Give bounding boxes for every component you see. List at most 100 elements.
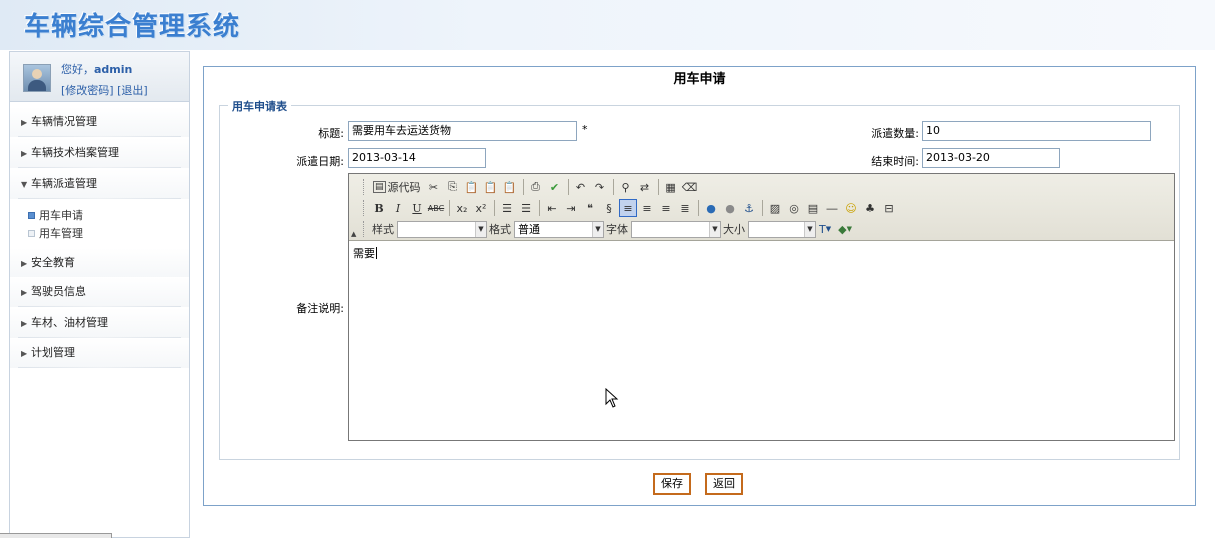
indent-icon[interactable]: ⇥ <box>562 199 580 217</box>
blockquote-icon[interactable]: ❝ <box>581 199 599 217</box>
unordered-list-icon[interactable]: ☰ <box>517 199 535 217</box>
sidebar: 您好，admin [修改密码] [退出] ▶ 车辆情况管理 ▶ 车辆技术档案管理 ▼… <box>9 51 190 538</box>
toolbar-row-2: B I U ABC x₂ x² ☰ ☰ ⇤ ⇥ ❝ § ≡ ≡ ≡ ≣ ● ● … <box>363 198 899 218</box>
paste-icon[interactable]: 📋 <box>463 178 481 196</box>
toolbar-row-1: ▤ 源代码 ✂ ⎘ 📋 📋 📋 ⎙ ✔ ↶ ↷ ⚲ ⇄ ▦ ⌫ <box>363 177 700 197</box>
style-select[interactable]: ▼ <box>397 220 487 238</box>
underline-icon[interactable]: U <box>408 199 426 217</box>
count-input[interactable]: 10 <box>922 121 1151 141</box>
sidebar-item-safety[interactable]: ▶ 安全教育 <box>10 248 189 278</box>
dropdown-arrow-icon: ▼ <box>804 221 815 237</box>
align-right-icon[interactable]: ≡ <box>657 199 675 217</box>
strikethrough-icon[interactable]: ABC <box>427 199 445 217</box>
text-caret <box>376 247 377 259</box>
sidebar-subitem-apply[interactable]: 用车申请 <box>28 207 83 223</box>
change-password-link[interactable]: [修改密码] <box>61 84 114 97</box>
format-label: 格式 <box>489 223 511 236</box>
paste-text-icon[interactable]: 📋 <box>482 178 500 196</box>
align-justify-icon[interactable]: ≣ <box>676 199 694 217</box>
ordered-list-icon[interactable]: ☰ <box>498 199 516 217</box>
italic-icon[interactable]: I <box>389 199 407 217</box>
special-char-icon[interactable]: ♣ <box>861 199 879 217</box>
chevron-right-icon: ▶ <box>21 118 28 127</box>
link-icon[interactable]: ● <box>702 199 720 217</box>
flash-icon[interactable]: ◎ <box>785 199 803 217</box>
table-icon[interactable]: ▤ <box>804 199 822 217</box>
chevron-right-icon: ▶ <box>21 319 28 328</box>
avatar <box>23 64 51 92</box>
logout-link[interactable]: [退出] <box>117 84 148 97</box>
sidebar-item-label: 安全教育 <box>31 256 75 269</box>
dropdown-arrow-icon: ▼ <box>475 221 486 237</box>
align-center-icon[interactable]: ≡ <box>638 199 656 217</box>
date-input[interactable]: 2013-03-14 <box>348 148 486 168</box>
outdent-icon[interactable]: ⇤ <box>543 199 561 217</box>
horizontal-rule-icon[interactable]: ― <box>823 199 841 217</box>
mouse-cursor-icon <box>605 388 619 408</box>
copy-icon[interactable]: ⎘ <box>444 178 462 196</box>
back-button[interactable]: 返回 <box>705 473 743 495</box>
sidebar-item-tech-archive[interactable]: ▶ 车辆技术档案管理 <box>10 138 189 168</box>
editor-toolbar: ▤ 源代码 ✂ ⎘ 📋 📋 📋 ⎙ ✔ ↶ ↷ ⚲ ⇄ ▦ ⌫ B I U AB… <box>349 174 1174 241</box>
image-icon[interactable]: ▨ <box>766 199 784 217</box>
style-label: 样式 <box>372 223 394 236</box>
anchor-icon[interactable]: ⚓ <box>740 199 758 217</box>
size-label: 大小 <box>723 223 745 236</box>
cut-icon[interactable]: ✂ <box>425 178 443 196</box>
remove-format-icon[interactable]: ⌫ <box>681 178 699 196</box>
format-select[interactable]: 普通 ▼ <box>514 220 604 238</box>
align-left-icon[interactable]: ≡ <box>619 199 637 217</box>
font-select[interactable]: ▼ <box>631 220 721 238</box>
select-all-icon[interactable]: ▦ <box>662 178 680 196</box>
user-links: [修改密码] [退出] <box>61 82 148 98</box>
bullet-icon <box>28 230 35 237</box>
undo-icon[interactable]: ↶ <box>572 178 590 196</box>
sidebar-item-plans[interactable]: ▶ 计划管理 <box>10 338 189 368</box>
save-button[interactable]: 保存 <box>653 473 691 495</box>
redo-icon[interactable]: ↷ <box>591 178 609 196</box>
app-title: 车辆综合管理系统 <box>24 12 241 42</box>
title-label: 标题: <box>318 127 344 140</box>
smiley-icon[interactable]: ☺ <box>842 199 860 217</box>
source-button[interactable]: ▤ 源代码 <box>370 178 424 196</box>
unlink-icon[interactable]: ● <box>721 199 739 217</box>
superscript-icon[interactable]: x² <box>472 199 490 217</box>
div-icon[interactable]: § <box>600 199 618 217</box>
sidebar-subitem-label: 用车申请 <box>39 209 83 222</box>
print-icon[interactable]: ⎙ <box>527 178 545 196</box>
source-icon: ▤ <box>373 181 386 193</box>
bold-icon[interactable]: B <box>370 199 388 217</box>
find-icon[interactable]: ⚲ <box>617 178 635 196</box>
replace-icon[interactable]: ⇄ <box>636 178 654 196</box>
bullet-icon <box>28 212 35 219</box>
sidebar-subitem-label: 用车管理 <box>39 227 83 240</box>
background-color-icon[interactable]: ◆ ▼ <box>835 220 855 238</box>
editor-content[interactable]: 需要 <box>353 245 377 261</box>
sidebar-item-label: 计划管理 <box>31 346 75 359</box>
required-mark: * <box>582 123 588 136</box>
chevron-right-icon: ▶ <box>21 259 28 268</box>
end-date-input[interactable]: 2013-03-20 <box>922 148 1060 168</box>
text-color-icon[interactable]: T ▼ <box>816 220 834 238</box>
page-title: 用车申请 <box>673 72 726 87</box>
title-input[interactable]: 需要用车去运送货物 <box>348 121 577 141</box>
paste-word-icon[interactable]: 📋 <box>501 178 519 196</box>
chevron-right-icon: ▶ <box>21 149 28 158</box>
sidebar-item-label: 车辆派遣管理 <box>31 177 97 190</box>
dropdown-arrow-icon: ▼ <box>709 221 720 237</box>
sidebar-item-dispatch[interactable]: ▼ 车辆派遣管理 <box>10 169 189 199</box>
sidebar-item-label: 车辆技术档案管理 <box>31 146 119 159</box>
sidebar-item-materials[interactable]: ▶ 车材、油材管理 <box>10 308 189 338</box>
size-select[interactable]: ▼ <box>748 220 816 238</box>
subscript-icon[interactable]: x₂ <box>453 199 471 217</box>
page-break-icon[interactable]: ⊟ <box>880 199 898 217</box>
main-panel: 用车申请 用车申请表 标题: 需要用车去运送货物 * 派遣数量: 10 派遣日期… <box>203 66 1196 506</box>
chevron-down-icon: ▼ <box>21 180 28 189</box>
collapse-toolbar-icon[interactable]: ▲ <box>351 230 356 238</box>
date-label: 派遣日期: <box>296 155 344 168</box>
sidebar-item-vehicle-status[interactable]: ▶ 车辆情况管理 <box>10 107 189 137</box>
sidebar-subitem-manage[interactable]: 用车管理 <box>28 225 83 241</box>
greeting-prefix: 您好， <box>61 63 94 76</box>
sidebar-item-drivers[interactable]: ▶ 驾驶员信息 <box>10 277 189 307</box>
spellcheck-icon[interactable]: ✔ <box>546 178 564 196</box>
